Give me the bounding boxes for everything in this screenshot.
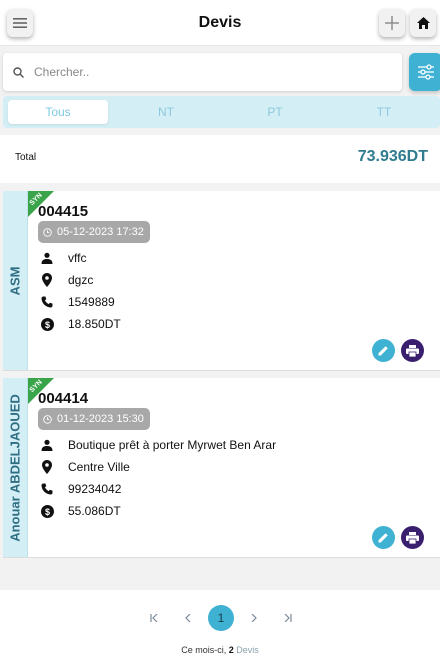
svg-text:$: $ [44,319,49,329]
devis-amount: 18.850DT [68,317,121,331]
dollar-coin-icon: $ [40,504,54,518]
pencil-icon [378,533,388,543]
client-row: Boutique prêt à porter Myrwet Ben Arar [40,438,276,452]
commercial-name: ASM [7,266,23,296]
phone-icon [40,295,54,309]
first-page-icon [150,614,158,622]
devis-code: 004414 [38,390,89,407]
clock-icon [43,227,52,237]
current-page-button[interactable]: 1 [208,605,234,631]
page-title: Devis [198,14,242,31]
person-icon [40,251,54,265]
tab-tous[interactable]: Tous [8,100,108,124]
devis-date: 01-12-2023 15:30 [57,413,144,425]
status-tabs: Tous NT PT TT [3,96,440,128]
add-button[interactable] [379,9,405,37]
card-side-strip: ASM [3,191,28,370]
home-button[interactable] [410,9,436,37]
phone-icon [40,482,54,496]
previous-page-button[interactable] [176,606,200,630]
phone-row: 1549889 [40,295,115,309]
location-pin-icon [40,460,54,474]
phone-row: 99234042 [40,482,121,496]
pagination-footer: 1 Ce mois-ci, 2 Devis [0,590,440,667]
search-input[interactable] [34,65,374,79]
pencil-icon [378,346,388,356]
chevron-right-icon [251,614,257,622]
printer-icon [406,531,419,544]
tab-pt[interactable]: PT [225,100,325,124]
devis-date: 05-12-2023 17:32 [57,226,144,238]
search-icon [13,66,24,78]
total-label: Total [15,152,37,163]
app-header: Devis [0,0,440,46]
print-button[interactable] [401,339,424,362]
last-page-icon [284,614,292,622]
commercial-name: Anouar ABDELJAOUED [7,394,23,542]
home-icon [416,17,430,29]
devis-card[interactable]: ASM SYN 004415 05-12-2023 17:32 vffc dgz… [3,191,440,371]
devis-amount: 55.086DT [68,504,121,518]
devis-date-badge: 05-12-2023 17:32 [38,221,150,243]
pagination: 1 [0,605,440,631]
edit-button[interactable] [372,526,395,549]
devis-date-badge: 01-12-2023 15:30 [38,408,150,430]
printer-icon [406,344,419,357]
client-name: vffc [68,251,87,265]
search-bar [3,53,402,91]
client-row: vffc [40,251,86,265]
devis-code: 004415 [38,203,89,220]
client-address: dgzc [68,273,94,287]
month-summary: Ce mois-ci, 2 Devis [0,645,440,655]
total-value: 73.936DT [357,148,428,165]
svg-text:$: $ [44,506,49,516]
person-icon [40,438,54,452]
edit-button[interactable] [372,339,395,362]
clock-icon [43,414,52,424]
tab-tt[interactable]: TT [334,100,434,124]
client-phone: 1549889 [68,295,115,309]
total-panel: Total 73.936DT [0,135,440,183]
next-page-button[interactable] [242,606,266,630]
address-row: dgzc [40,273,93,287]
amount-row: $ 55.086DT [40,504,121,518]
client-address: Centre Ville [68,460,130,474]
summary-suffix: Devis [233,645,259,655]
dollar-coin-icon: $ [40,317,54,331]
sliders-icon [417,64,434,80]
summary-prefix: Ce mois-ci, [181,645,229,655]
print-button[interactable] [401,526,424,549]
tab-nt[interactable]: NT [116,100,216,124]
last-page-button[interactable] [275,606,299,630]
amount-row: $ 18.850DT [40,317,121,331]
location-pin-icon [40,273,54,287]
filter-button[interactable] [409,53,440,91]
chevron-left-icon [185,614,191,622]
devis-card[interactable]: Anouar ABDELJAOUED SYN 004414 01-12-2023… [3,378,440,558]
client-name: Boutique prêt à porter Myrwet Ben Arar [68,438,277,452]
client-phone: 99234042 [68,482,122,496]
first-page-button[interactable] [143,606,167,630]
card-side-strip: Anouar ABDELJAOUED [3,378,28,557]
address-row: Centre Ville [40,460,130,474]
plus-icon [385,16,399,30]
